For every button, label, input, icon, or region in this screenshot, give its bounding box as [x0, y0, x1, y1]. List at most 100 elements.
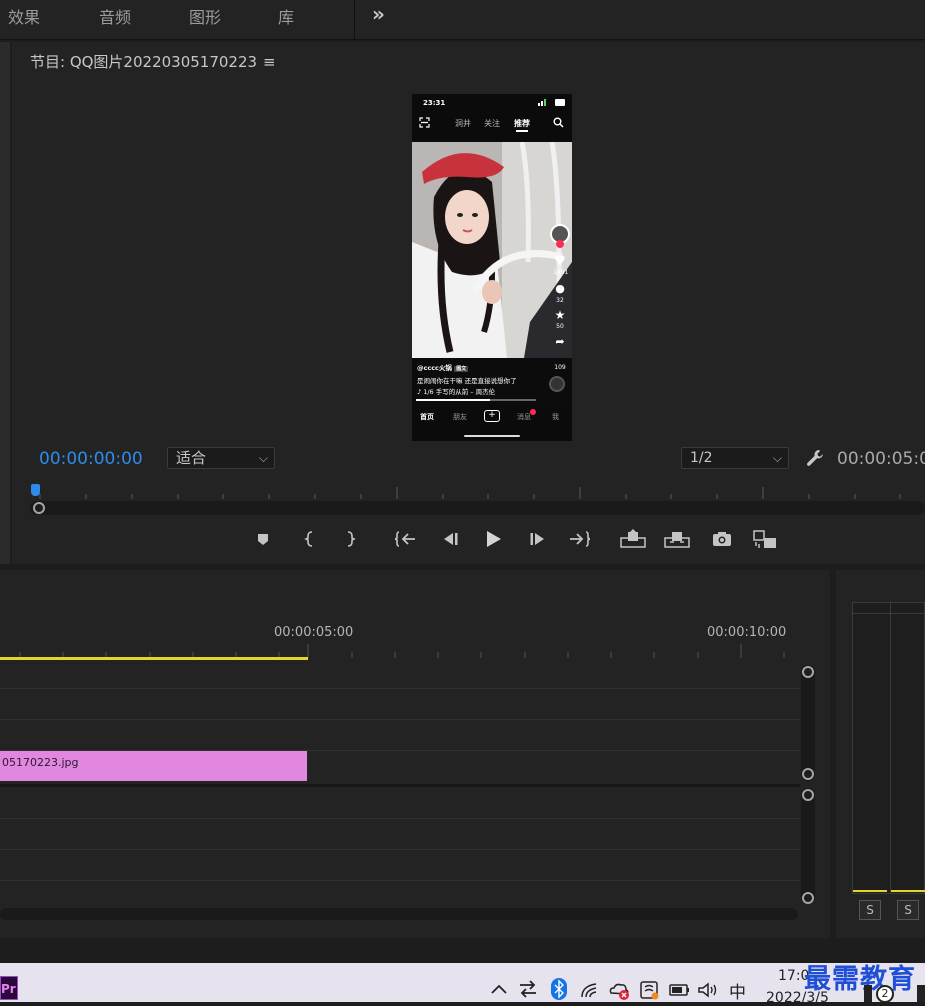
track-divider [0, 719, 800, 720]
preview-photo: ♥ 1491 ● 32 ★ 50 ➦ [412, 142, 572, 358]
track-divider [0, 688, 800, 689]
notification-center-icon[interactable] [864, 985, 872, 1002]
extract-icon[interactable] [664, 528, 690, 550]
preview-nav-1: 关注 [484, 119, 500, 128]
tab-effects[interactable]: 效果 [8, 4, 40, 28]
music-disc-icon [549, 376, 565, 392]
go-to-in-icon[interactable] [395, 528, 417, 550]
chevron-down-icon: ⌵ [258, 451, 268, 465]
chevron-down-icon: ⌵ [772, 451, 782, 465]
star-icon: ★ [554, 308, 566, 322]
security-app-icon[interactable] [640, 980, 660, 1000]
zoom-fit-select[interactable]: 适合 ⌵ [167, 447, 275, 469]
show-desktop-edge[interactable] [917, 985, 925, 1002]
like-count: 1491 [553, 269, 569, 276]
post-caption: 是闹闹你在干嘛 还是直接说想你了 [417, 377, 517, 385]
ruler-label-5s: 00:00:05:00 [274, 625, 354, 640]
playhead-timecode[interactable]: 00:00:00:00 [39, 449, 143, 469]
heart-icon: ♥ [554, 254, 566, 269]
pv-tab-friends: 朋友 [453, 413, 467, 421]
step-forward-icon[interactable] [528, 528, 548, 550]
scrollbar-handle-top[interactable] [802, 666, 814, 678]
comparison-view-icon[interactable] [752, 528, 778, 550]
follow-plus-icon [556, 240, 564, 248]
program-title-text: 节目: QQ图片20220305170223 [30, 53, 258, 71]
bluetooth-icon[interactable] [551, 978, 567, 1000]
notification-badge[interactable]: 2 [876, 985, 894, 1003]
wrench-icon[interactable] [805, 448, 825, 468]
solo-button-left[interactable]: S [859, 900, 881, 920]
home-indicator [464, 435, 520, 437]
onedrive-error-icon[interactable] [608, 980, 632, 1000]
pv-tab-me: 我 [552, 413, 559, 421]
playhead-marker[interactable] [31, 484, 40, 496]
go-to-out-icon[interactable] [568, 528, 590, 550]
double-chevron-right-icon[interactable]: » [372, 2, 385, 26]
ime-indicator[interactable]: 中 [729, 978, 746, 1003]
play-icon[interactable] [483, 528, 503, 550]
author-name: @cccc火锅 [417, 364, 452, 372]
program-title: 节目: QQ图片20220305170223 ≡ [30, 51, 276, 72]
monitor-time-ruler[interactable] [30, 482, 925, 500]
timeline-horizontal-scrollbar[interactable] [0, 908, 798, 920]
pv-tab-home: 首页 [420, 413, 434, 421]
video-preview: 23:31 洞井 关注 推荐 ♥ 1491 ● 32 ★ 50 ➦ 109 @c… [412, 94, 572, 441]
music-label: ♪ 1/6 手写的从前 – 周杰伦 [417, 388, 496, 396]
panel-menu-icon[interactable]: ≡ [263, 53, 276, 71]
tab-divider [354, 0, 355, 40]
author-tag: 图文 [454, 366, 469, 372]
solo-button-right[interactable]: S [897, 900, 919, 920]
timeline-clip[interactable]: 05170223.jpg [0, 751, 307, 781]
mark-out-icon[interactable] [342, 528, 358, 550]
signal-battery-icon [538, 99, 565, 106]
panel-tab-bar: 效果 音频 图形 库 » [0, 0, 925, 40]
mark-in-icon[interactable] [302, 528, 318, 550]
meter-level-right [891, 890, 925, 892]
pv-tab-create: + [484, 410, 500, 422]
work-area-bar[interactable] [0, 657, 308, 660]
scrollbar-handle-bottom[interactable] [802, 892, 814, 904]
tab-audio[interactable]: 音频 [99, 4, 131, 28]
timeline-time-ruler[interactable] [0, 570, 800, 660]
portrait-illustration [412, 142, 572, 358]
export-frame-camera-icon[interactable] [711, 528, 733, 550]
author-handle: @cccc火锅 图文 [417, 362, 469, 372]
track-divider [0, 880, 800, 881]
meter-level-left [853, 890, 887, 892]
zoom-scrollbar[interactable] [30, 501, 925, 515]
premiere-app-icon[interactable]: Pr [0, 976, 18, 1000]
video-audio-divider[interactable] [0, 784, 800, 787]
clip-name: 05170223.jpg [2, 756, 79, 769]
chevron-up-icon[interactable] [490, 982, 508, 996]
battery-icon[interactable] [669, 983, 691, 997]
playback-resolution-select[interactable]: 1/2 ⌵ [681, 447, 789, 469]
comment-icon: ● [555, 282, 565, 295]
step-back-icon[interactable] [440, 528, 460, 550]
track-divider [0, 818, 800, 819]
tab-libraries[interactable]: 库 [278, 4, 294, 28]
left-panel-edge [0, 42, 10, 564]
audio-tracks-scrollbar[interactable] [801, 788, 815, 904]
watermark-logo: 最需教育 [804, 964, 916, 995]
tab-graphics[interactable]: 图形 [189, 4, 221, 28]
zoom-fit-value: 适合 [176, 449, 207, 467]
share-count: 109 [554, 364, 566, 371]
scrollbar-handle-top[interactable] [802, 789, 814, 801]
preview-status-time: 23:31 [423, 99, 446, 107]
scrollbar-handle[interactable] [33, 502, 45, 514]
lift-icon[interactable] [620, 528, 646, 550]
message-badge [530, 409, 536, 415]
audio-meter [852, 602, 925, 894]
pv-tab-messages: 消息 [517, 413, 531, 421]
scrollbar-handle-bottom[interactable] [802, 768, 814, 780]
nav-underline [516, 130, 528, 132]
wifi-icon[interactable] [580, 982, 600, 998]
track-divider [0, 849, 800, 850]
taskbar: Pr 中 17:0 2022/3/5 最需教育 2 [0, 963, 925, 1006]
comment-count: 32 [556, 297, 564, 304]
video-tracks-scrollbar[interactable] [801, 665, 815, 781]
duration-timecode: 00:00:05:00 [837, 449, 925, 469]
add-marker-icon[interactable] [255, 528, 271, 550]
network-adapter-icon[interactable] [518, 980, 538, 998]
volume-icon[interactable] [697, 981, 719, 999]
